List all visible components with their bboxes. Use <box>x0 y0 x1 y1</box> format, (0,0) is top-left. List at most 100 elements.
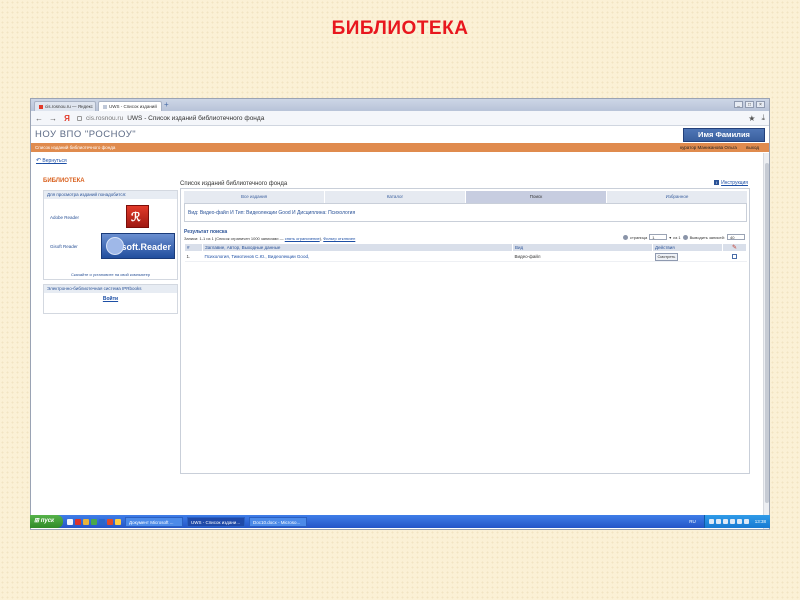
results-title: Результат поиска <box>184 229 228 235</box>
login-link[interactable]: Войти <box>44 296 177 302</box>
table-row: 1. Психология, Тимотинов С.Ю., Видеолекц… <box>184 251 747 262</box>
address-bar: ← → Я cis.rosnou.ru UWS - Список изданий… <box>31 111 769 126</box>
breadcrumb-bar: Список изданий библиотечного фонда курат… <box>31 143 769 152</box>
tray-icon[interactable] <box>722 519 728 524</box>
desktop-icon[interactable] <box>67 518 73 525</box>
adobe-reader-link[interactable]: ℛ <box>126 205 149 228</box>
browser-tab-yandex[interactable]: cis.rosnou.ru — Яндекс <box>34 101 96 111</box>
favorite-checkbox[interactable] <box>732 253 737 259</box>
new-tab-icon[interactable]: + <box>164 100 169 110</box>
acrobat-logo-icon: ℛ <box>131 210 141 224</box>
row-number: 1. <box>184 251 203 262</box>
browser-tab-uws[interactable]: UWS - Список изданий <box>98 101 162 111</box>
site-logo: НОУ ВПО "РОСНОУ" <box>35 129 137 140</box>
browser-tabbar: cis.rosnou.ru — Яндекс UWS - Список изда… <box>31 99 769 111</box>
search-criteria: Вид: Видео-файл И Тип: Видеолекции Good … <box>188 210 356 216</box>
col-pin: ✎ <box>722 243 747 252</box>
remove-limit-link[interactable]: снять ограничение <box>285 236 320 241</box>
col-kind[interactable]: Вид <box>512 243 653 252</box>
dropdown-arrow-icon: ▾ <box>669 234 672 240</box>
prev-page-icon[interactable] <box>622 234 628 240</box>
app-icon[interactable] <box>91 518 97 525</box>
tray-icon[interactable] <box>715 519 721 524</box>
next-page-icon[interactable] <box>682 234 688 240</box>
logout-link[interactable]: выход <box>746 145 759 150</box>
maximize-icon[interactable]: □ <box>745 101 754 108</box>
word-icon[interactable] <box>99 518 105 525</box>
readers-panel-title: Для просмотра изданий понадобится: <box>44 191 177 199</box>
view-button[interactable]: Смотреть <box>654 252 679 261</box>
bookmark-star-icon[interactable]: ★ <box>748 114 755 123</box>
tab-catalog[interactable]: Каталог <box>325 191 465 203</box>
start-button[interactable]: ⊞ пуск <box>30 515 63 528</box>
info-icon: i <box>714 180 720 186</box>
download-icon[interactable]: ⤓ <box>761 113 765 123</box>
forward-arrow-icon[interactable]: → <box>49 114 57 123</box>
opera-icon[interactable] <box>75 518 81 525</box>
system-tray: 13:38 <box>703 515 770 528</box>
breadcrumb: Список изданий библиотечного фонда <box>35 145 116 150</box>
catalog-tabs: Все издания Каталог Поиск Избранное <box>184 191 747 203</box>
task-document[interactable]: Документ Microsoft ... <box>125 516 183 527</box>
pager: страница 1 ▾ из 1 Выводить записей: 40 <box>622 234 745 240</box>
network-icon[interactable] <box>743 519 749 524</box>
readers-panel: Для просмотра изданий понадобится: Adobe… <box>43 190 178 280</box>
slide-title: БИБЛИОТЕКА <box>331 18 469 39</box>
page-select[interactable]: 1 <box>649 234 668 240</box>
col-number[interactable]: # <box>184 243 203 252</box>
row-title-link[interactable]: Психология, Тимотинов С.Ю., Видеолекции … <box>202 251 513 262</box>
windows-logo-icon: ⊞ <box>34 518 40 524</box>
ebs-panel-title: Электронно-библиотечная система IPRbooks <box>44 285 177 293</box>
back-link[interactable]: ↶ Вернуться <box>36 157 67 164</box>
yandex-browser-icon[interactable] <box>107 518 113 525</box>
folder-icon[interactable] <box>83 518 89 525</box>
page-content: НОУ ВПО "РОСНОУ" Имя Фамилия Список изда… <box>31 126 769 529</box>
col-title[interactable]: Заглавие, Автор, Выходные данные <box>202 243 513 252</box>
scrollbar-thumb[interactable] <box>765 163 769 503</box>
page-favicon-icon <box>103 104 107 109</box>
col-actions: Действия <box>652 243 723 252</box>
tray-icon[interactable] <box>708 519 714 524</box>
download-note: Скачайте и установите на свой компьютер <box>70 272 151 277</box>
page-title: Список изданий библиотечного фонда <box>180 181 288 187</box>
minimize-icon[interactable]: _ <box>734 101 743 108</box>
pin-icon: ✎ <box>731 245 738 251</box>
ebs-panel: Электронно-библиотечная система IPRbooks… <box>43 284 178 314</box>
volume-icon[interactable] <box>736 519 742 524</box>
tab-all-editions[interactable]: Все издания <box>184 191 324 203</box>
back-arrow-icon[interactable]: ← <box>35 114 43 123</box>
windows-taskbar: ⊞ пуск Документ Microsoft ... UWS - Спис… <box>30 515 770 528</box>
url-input[interactable]: cis.rosnou.ru UWS - Список изданий библи… <box>77 113 742 124</box>
gisoft-logo-icon <box>106 237 124 255</box>
yandex-favicon-icon <box>39 104 43 109</box>
per-page-select[interactable]: 40 <box>727 234 745 240</box>
language-indicator[interactable]: RU <box>689 519 696 524</box>
sidebar-heading: БИБЛИОТЕКА <box>43 178 85 184</box>
task-doc10[interactable]: Doc10.docx - Microso... <box>249 516 307 527</box>
browser-window: cis.rosnou.ru — Яндекс UWS - Список изда… <box>30 98 770 530</box>
close-icon[interactable]: × <box>756 101 765 108</box>
quick-launch <box>67 518 121 525</box>
yandex-icon[interactable]: Я <box>63 114 71 123</box>
tab-search[interactable]: Поиск <box>466 191 606 203</box>
gisoft-reader-link[interactable]: Gisoft.Reader <box>101 233 175 259</box>
chrome-icon[interactable] <box>115 518 121 525</box>
results-table: # Заглавие, Автор, Выходные данные Вид Д… <box>184 243 747 262</box>
task-uws[interactable]: UWS - Список издани... <box>187 516 245 527</box>
instruction-link[interactable]: i Инструкция <box>714 180 748 186</box>
filter-link[interactable]: Фильтр отключен <box>323 236 355 241</box>
return-arrow-icon: ↶ <box>36 158 42 164</box>
tab-favorites[interactable]: Избранное <box>607 191 747 203</box>
user-role-link[interactable]: куратор Маниканова Ольга <box>680 145 737 150</box>
page-scrollbar[interactable] <box>763 153 769 529</box>
gisoft-reader-label: Gisoft Reader <box>50 244 78 249</box>
lock-icon <box>77 115 82 121</box>
tray-icon[interactable] <box>729 519 735 524</box>
records-info: Записи: 1-1 из 1 (Список ограничен 1000 … <box>184 236 356 241</box>
search-criteria-panel: Вид: Видео-файл И Тип: Видеолекции Good … <box>184 203 747 222</box>
catalog-panel: Все издания Каталог Поиск Избранное Вид:… <box>180 188 750 474</box>
adobe-reader-label: Adobe Reader <box>50 215 80 220</box>
clock: 13:38 <box>754 519 766 524</box>
user-name-button[interactable]: Имя Фамилия <box>683 128 765 142</box>
window-controls: _ □ × <box>734 101 765 108</box>
